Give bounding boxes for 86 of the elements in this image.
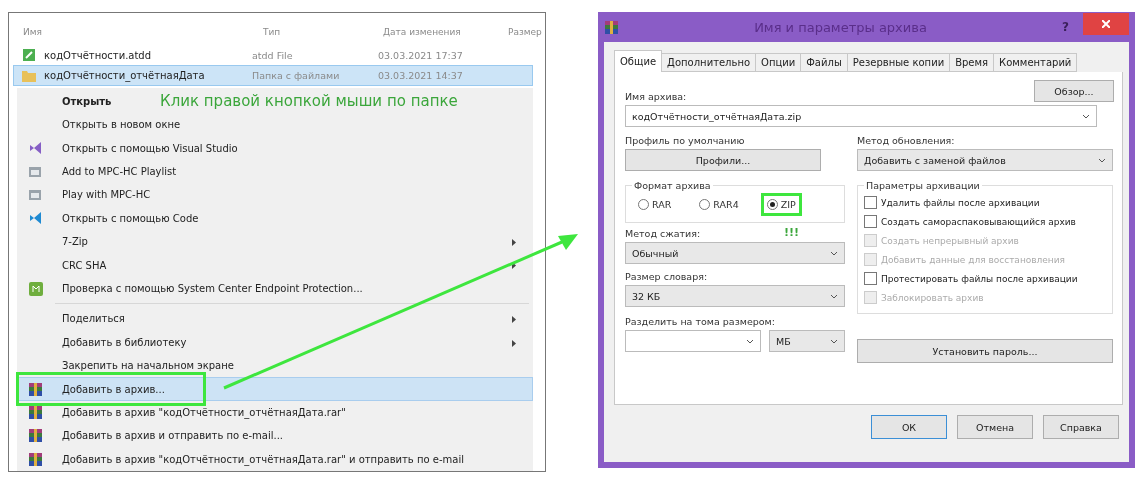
chevron-down-icon xyxy=(746,338,754,344)
chevron-down-icon xyxy=(830,338,838,344)
window-title: Имя и параметры архива xyxy=(753,19,928,35)
file-date: 03.03.2021 17:37 xyxy=(378,49,464,61)
submenu-arrow-icon xyxy=(512,262,516,270)
tab[interactable]: Время xyxy=(949,53,995,72)
group-title: Параметры архивации xyxy=(865,180,981,191)
tab[interactable]: Опции xyxy=(755,53,802,72)
compression-select[interactable]: Обычный xyxy=(625,242,845,264)
menu-item[interactable]: Открыть с помощью Code xyxy=(50,212,199,224)
radio-option[interactable]: ZIP xyxy=(760,193,802,216)
submenu-arrow-icon xyxy=(512,239,516,247)
radio-option[interactable]: RAR xyxy=(632,193,678,216)
menu-item[interactable]: Добавить в архив и отправить по e-mail... xyxy=(50,430,284,442)
books-icon xyxy=(28,451,43,467)
annotation-text: Клик правой кнопкой мыши по папке xyxy=(160,92,458,110)
file-type: atdd File xyxy=(252,49,294,61)
file-type: Папка с файлами xyxy=(252,70,341,82)
menu-item[interactable]: Add to MPC-HC Playlist xyxy=(50,166,177,178)
archive-name-field[interactable]: кодОтчётности_отчётнаяДата.zip xyxy=(625,105,1097,127)
dialog-button[interactable]: Отмена xyxy=(957,415,1033,439)
field-label: Имя архива: xyxy=(625,91,687,102)
dialog-button[interactable]: Справка xyxy=(1043,415,1119,439)
menu-item[interactable]: Открыть с помощью Visual Studio xyxy=(50,142,238,154)
menu-item[interactable]: Добавить в архив... xyxy=(50,383,165,395)
column-header[interactable]: Тип xyxy=(263,27,383,38)
field-label: Разделить на тома размером: xyxy=(625,316,776,327)
profiles-button[interactable]: Профили... xyxy=(625,149,821,171)
group-title: Формат архива xyxy=(633,180,712,191)
field-label: Метод сжатия: xyxy=(625,228,701,239)
menu-item[interactable]: Play with MPC-HC xyxy=(50,189,151,201)
tab[interactable]: Общие xyxy=(614,50,663,72)
chevron-down-icon xyxy=(830,250,838,256)
menu-item[interactable]: Добавить в архив "кодОтчётности_отчётнаяДата.rar" и отправить по e-mail xyxy=(50,453,464,465)
file-row[interactable]: кодОтчётности.atdd atdd File 03.03.2021 17:37 xyxy=(13,45,533,66)
file-date: 03.03.2021 14:37 xyxy=(378,70,464,82)
checkbox-option[interactable]: Протестировать файлы после архивации xyxy=(864,269,1106,288)
menu-item[interactable]: Добавить в библиотеку xyxy=(50,336,187,348)
tab[interactable]: Дополнительно xyxy=(661,53,757,72)
menu-item[interactable]: Открыть в новом окне xyxy=(50,119,181,131)
menu-item[interactable]: Добавить в архив "кодОтчётности_отчётнаяДата.rar" xyxy=(50,407,346,418)
tab[interactable]: Файлы xyxy=(800,53,848,72)
menu-item[interactable]: Открыть xyxy=(50,95,112,107)
tab[interactable]: Комментарий xyxy=(993,53,1078,72)
column-header[interactable]: Размер xyxy=(508,27,568,38)
file-name: кодОтчётности_отчётнаяДата xyxy=(44,70,206,82)
file-name: кодОтчётности.atdd xyxy=(44,49,153,61)
volume-size-select[interactable] xyxy=(625,330,761,352)
checkbox-option[interactable]: Удалить файлы после архивации xyxy=(864,193,1106,212)
file-row[interactable]: кодОтчётности_отчётнаяДата Папка с файлами 03.03.2021 14:37 xyxy=(13,65,533,86)
chevron-down-icon xyxy=(830,293,838,299)
books-icon xyxy=(28,381,43,397)
chevron-down-icon xyxy=(1082,113,1090,119)
unit-select[interactable]: МБ xyxy=(769,330,845,352)
film-icon xyxy=(28,164,42,179)
browse-button[interactable]: Обзор... xyxy=(1034,80,1114,102)
field-label: Метод обновления: xyxy=(857,135,956,146)
books-icon xyxy=(28,405,43,420)
field-label: Профиль по умолчанию xyxy=(625,135,746,146)
dictionary-select[interactable]: 32 КБ xyxy=(625,285,845,307)
column-header[interactable]: Имя xyxy=(23,27,263,38)
ribbon-icon xyxy=(28,210,44,227)
film-icon xyxy=(28,188,42,202)
menu-item[interactable]: Проверка с помощью System Center Endpoint Protection... xyxy=(50,283,363,295)
books-icon xyxy=(604,19,619,35)
submenu-arrow-icon xyxy=(512,339,516,347)
menu-item[interactable]: CRC SHA xyxy=(50,259,107,271)
close-icon xyxy=(1102,20,1110,28)
tab[interactable]: Резервные копии xyxy=(846,53,951,72)
annotation-text: !!! xyxy=(783,226,799,239)
menu-item[interactable]: 7-Zip xyxy=(50,236,88,248)
folder-icon xyxy=(22,69,36,82)
checkbox-option[interactable]: Создать самораспаковывающийся архив xyxy=(864,212,1106,231)
menu-item[interactable]: Поделиться xyxy=(50,313,125,325)
chevron-down-icon xyxy=(1098,157,1106,163)
file-icon xyxy=(22,48,36,63)
field-label: Размер словаря: xyxy=(625,271,709,282)
update-method-select[interactable]: Добавить с заменой файлов xyxy=(857,149,1113,171)
column-header[interactable]: Дата изменения xyxy=(383,27,508,38)
radio-option[interactable]: RAR4 xyxy=(693,193,745,216)
submenu-arrow-icon xyxy=(512,316,516,324)
menu-item[interactable]: Закрепить на начальном экране xyxy=(50,360,234,372)
set-password-button[interactable]: Установить пароль... xyxy=(857,339,1113,363)
books-icon xyxy=(28,428,43,444)
dialog-button[interactable]: ОК xyxy=(871,415,947,439)
close-button[interactable] xyxy=(1083,13,1129,35)
